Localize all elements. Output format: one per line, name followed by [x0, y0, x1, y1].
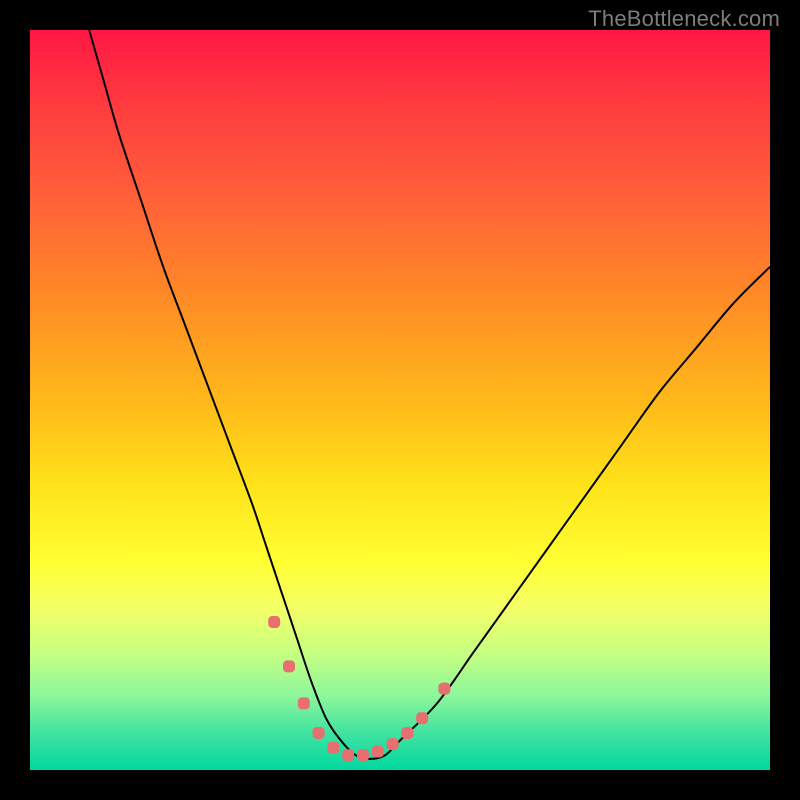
plot-area [30, 30, 770, 770]
flat-marker [268, 616, 280, 628]
flat-marker [401, 727, 413, 739]
flat-marker [357, 749, 369, 761]
watermark-text: TheBottleneck.com [588, 6, 780, 32]
flat-marker [372, 746, 384, 758]
flat-markers [268, 616, 450, 761]
curve-layer [30, 30, 770, 770]
bottleneck-curve [89, 30, 770, 759]
flat-marker [298, 697, 310, 709]
flat-marker [438, 683, 450, 695]
flat-marker [313, 727, 325, 739]
flat-marker [283, 660, 295, 672]
flat-marker [342, 749, 354, 761]
chart-stage: TheBottleneck.com [0, 0, 800, 800]
flat-marker [387, 738, 399, 750]
flat-marker [416, 712, 428, 724]
flat-marker [327, 742, 339, 754]
